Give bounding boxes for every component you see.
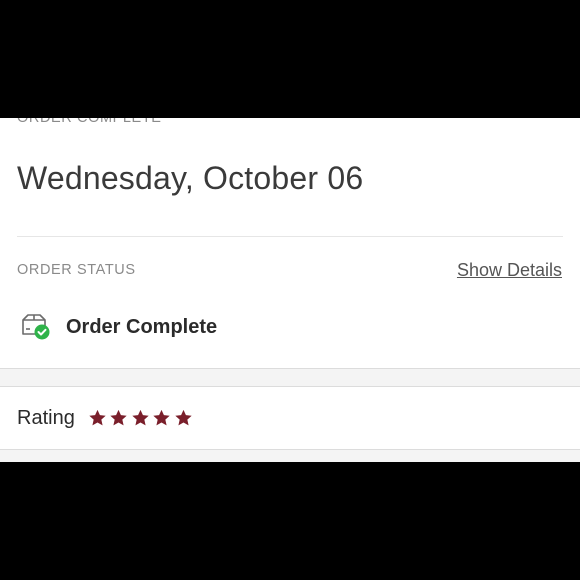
- rating-stars[interactable]: [87, 408, 195, 428]
- divider: [17, 236, 563, 237]
- order-status-label: ORDER STATUS: [17, 262, 136, 278]
- section-separator-bottom: [0, 449, 580, 462]
- section-separator: [0, 368, 580, 387]
- rating-label: Rating: [17, 406, 75, 429]
- star-icon[interactable]: [151, 408, 172, 428]
- package-check-icon: [20, 312, 52, 342]
- show-details-link[interactable]: Show Details: [457, 260, 562, 281]
- order-detail-screen: ORDER COMPLETE Wednesday, October 06 ORD…: [0, 118, 580, 462]
- letterbox-bottom: [0, 462, 580, 580]
- rating-row[interactable]: Rating: [17, 403, 194, 433]
- star-icon[interactable]: [108, 408, 129, 428]
- star-icon[interactable]: [87, 408, 108, 428]
- order-status-row: Order Complete: [20, 312, 217, 342]
- star-icon[interactable]: [130, 408, 151, 428]
- order-complete-section-label: ORDER COMPLETE: [17, 118, 162, 126]
- letterbox-top: [0, 0, 580, 118]
- order-date: Wednesday, October 06: [17, 160, 364, 196]
- order-status-text: Order Complete: [66, 315, 218, 338]
- star-icon[interactable]: [173, 408, 194, 428]
